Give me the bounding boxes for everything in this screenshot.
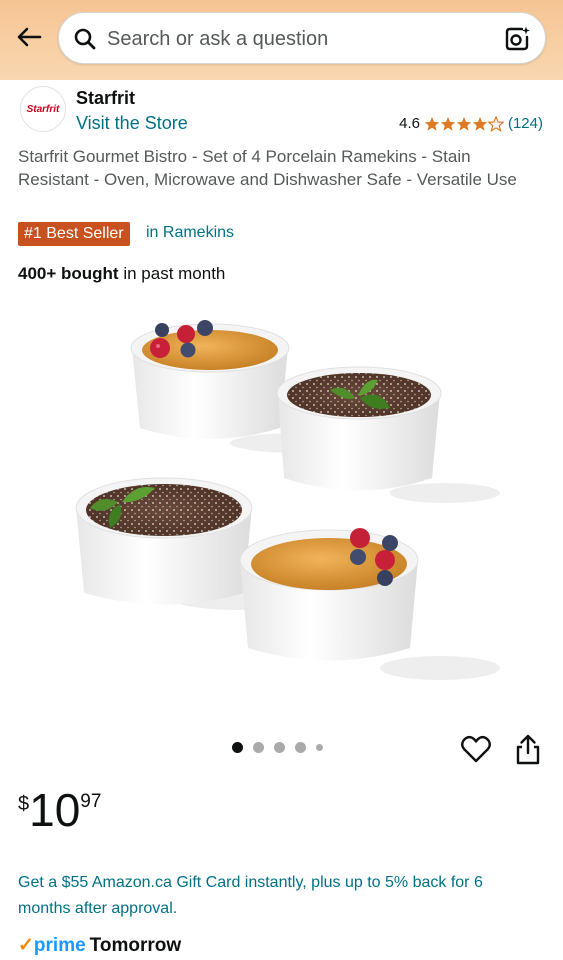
star-rating-icon bbox=[424, 115, 504, 132]
camera-lens-icon[interactable] bbox=[503, 25, 531, 53]
back-arrow-icon[interactable] bbox=[14, 22, 44, 52]
best-seller-badge[interactable]: #1 Best Seller bbox=[18, 222, 130, 246]
price-symbol: $ bbox=[18, 793, 30, 815]
prime-check-icon: ✓ bbox=[18, 935, 34, 956]
share-icon[interactable] bbox=[514, 734, 542, 766]
carousel-dot[interactable] bbox=[274, 742, 285, 753]
delivery-day: Tomorrow bbox=[89, 934, 182, 956]
price-fraction: 97 bbox=[80, 791, 102, 812]
brand-name: Starfrit bbox=[76, 88, 136, 108]
gift-card-offer-link[interactable]: Get a $55 Amazon.ca Gift Card instantly,… bbox=[18, 870, 538, 922]
carousel-dot[interactable] bbox=[232, 742, 243, 753]
product-image[interactable] bbox=[60, 298, 500, 718]
price: $ 10 97 bbox=[18, 785, 101, 835]
prime-delivery: ✓ prime Tomorrow bbox=[18, 934, 181, 957]
carousel-dot[interactable] bbox=[253, 742, 264, 753]
carousel-dot[interactable] bbox=[316, 744, 323, 751]
bought-count-text: 400+ bought in past month bbox=[18, 264, 225, 284]
carousel-dot[interactable] bbox=[295, 742, 306, 753]
brand-logo-text: Starfrit bbox=[26, 103, 60, 115]
brand-logo[interactable]: Starfrit bbox=[20, 86, 66, 132]
heart-icon[interactable] bbox=[460, 734, 492, 764]
visit-store-link[interactable]: Visit the Store bbox=[76, 113, 188, 134]
bought-count-rest: in past month bbox=[118, 264, 226, 283]
search-box[interactable] bbox=[58, 12, 546, 64]
search-icon bbox=[73, 27, 97, 51]
rating-value: 4.6 bbox=[399, 115, 420, 132]
prime-logo: ✓ prime bbox=[18, 934, 86, 957]
search-input[interactable] bbox=[107, 23, 487, 55]
product-title: Starfrit Gourmet Bistro - Set of 4 Porce… bbox=[18, 147, 517, 189]
rating-summary[interactable]: 4.6 (124) bbox=[399, 115, 543, 132]
rating-count-link[interactable]: (124) bbox=[508, 115, 543, 132]
best-seller-category-link[interactable]: in Ramekins bbox=[146, 224, 234, 242]
price-whole: 10 bbox=[29, 784, 81, 836]
bought-count-strong: 400+ bought bbox=[18, 264, 119, 283]
top-bar bbox=[0, 0, 563, 80]
image-carousel-dots[interactable] bbox=[232, 742, 323, 753]
prime-label: prime bbox=[33, 934, 86, 956]
